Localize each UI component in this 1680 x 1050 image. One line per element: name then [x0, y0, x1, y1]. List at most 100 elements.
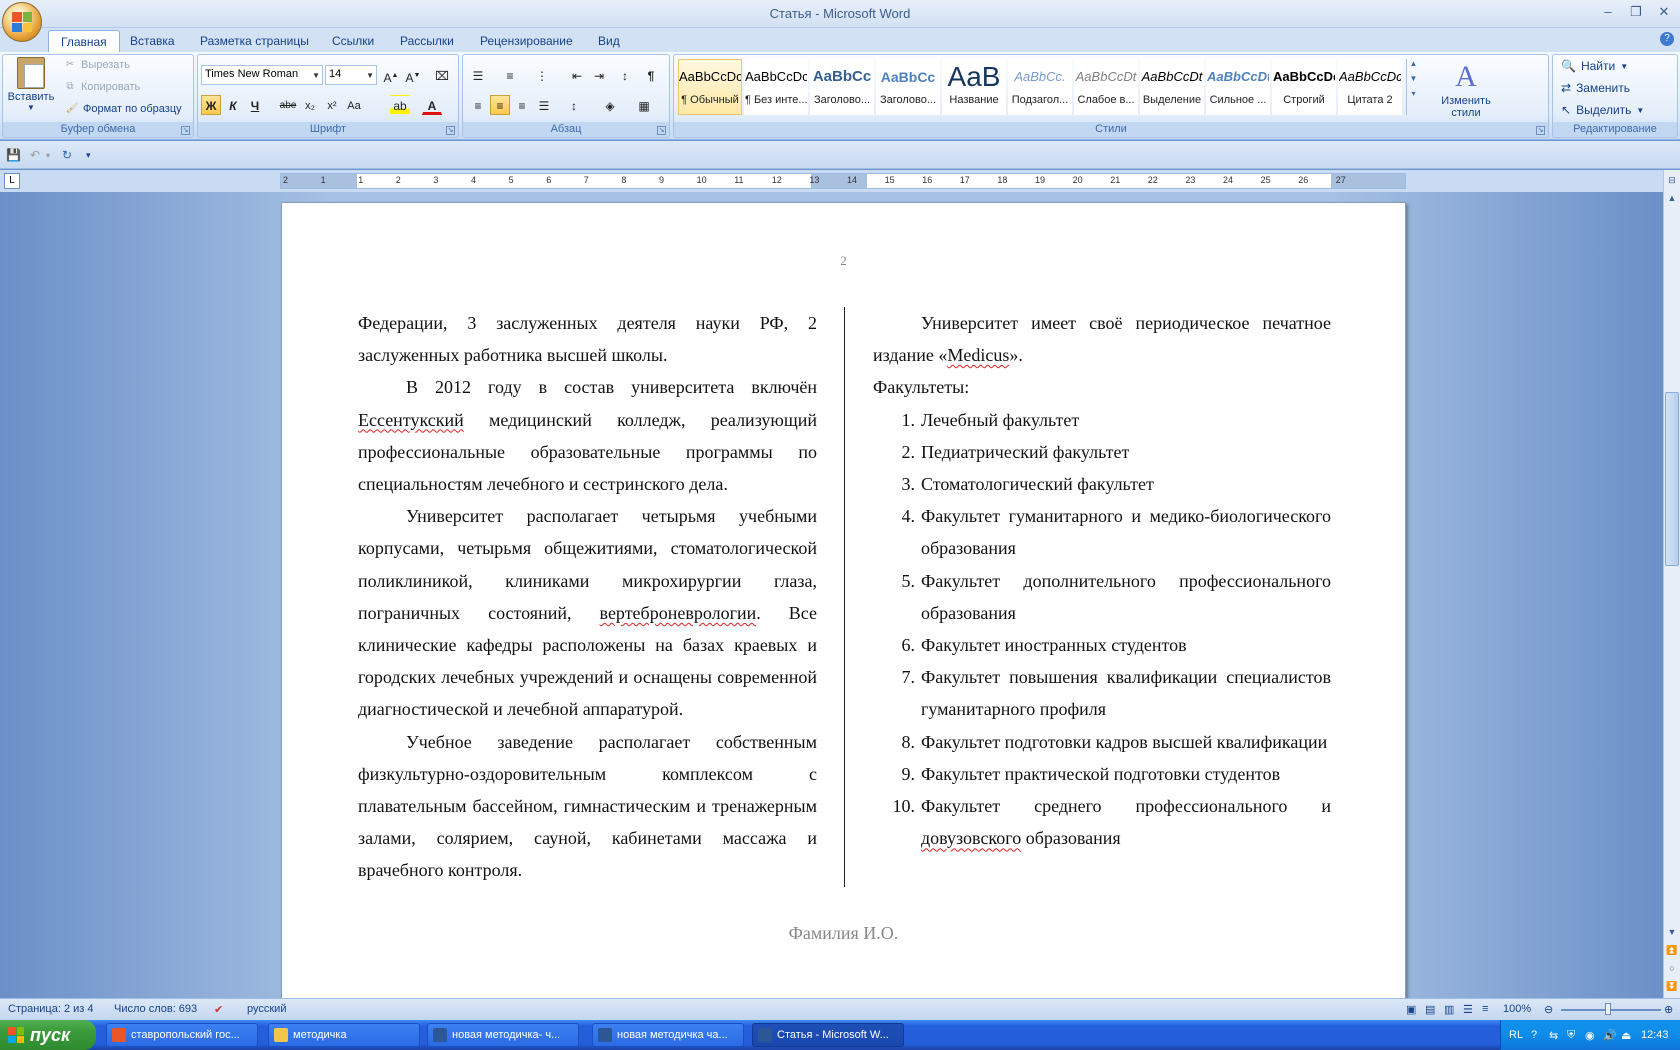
style-intense-emphasis[interactable]: AaBbCcDt Сильное ...	[1206, 59, 1270, 115]
change-case-button[interactable]: Aa	[344, 95, 364, 115]
horizontal-ruler[interactable]: 2 1 1 2 3 4 5 6 7 8 9 10 11 12 13 14 15 16 17 18 19 20 21 22 23 2…	[280, 173, 1406, 189]
scroll-down-icon[interactable]: ▼	[1665, 924, 1679, 940]
chevron-up-icon[interactable]: ▲	[1407, 59, 1420, 68]
proofing-icon[interactable]: ✔	[214, 1003, 223, 1016]
numbering-icon[interactable]: ≡	[500, 65, 520, 85]
spelling-error[interactable]: довузовского	[921, 828, 1021, 848]
taskbar-item[interactable]: ставропольский гос...	[106, 1023, 258, 1047]
minimize-icon[interactable]: –	[1600, 4, 1616, 20]
tab-page-layout[interactable]: Разметка страницы	[190, 32, 319, 50]
scroll-thumb[interactable]	[1665, 392, 1679, 566]
subscript-button[interactable]: x₂	[300, 95, 320, 115]
help-tray-icon[interactable]: ?	[1531, 1029, 1537, 1041]
dialog-launcher-icon[interactable]: ↘	[657, 126, 666, 135]
bold-button[interactable]: Ж	[201, 95, 221, 115]
spelling-error[interactable]: Ессентукский	[358, 410, 464, 430]
antivirus-icon[interactable]: ◉	[1585, 1029, 1595, 1042]
ruler-toggle-icon[interactable]: ⊟	[1665, 172, 1679, 188]
increase-indent-icon[interactable]: ⇥	[589, 65, 609, 85]
vertical-scrollbar[interactable]: ⊟ ▲ ▼ ⏫ ○ ⏬	[1663, 170, 1680, 998]
zoom-slider-thumb[interactable]	[1605, 1003, 1611, 1015]
sort-icon[interactable]: ↕	[615, 65, 635, 85]
style-title[interactable]: AaB Название	[942, 59, 1006, 115]
office-button[interactable]	[2, 2, 42, 42]
save-icon[interactable]: 💾	[6, 148, 21, 162]
spelling-error[interactable]: Medicus	[947, 345, 1009, 365]
more-icon[interactable]: ▾	[1407, 89, 1420, 98]
tab-home[interactable]: Главная	[48, 30, 120, 53]
select-browse-object-icon[interactable]: ○	[1665, 960, 1679, 976]
taskbar-item[interactable]: Статья - Microsoft W...	[752, 1023, 904, 1047]
redo-icon[interactable]: ↻	[62, 148, 72, 162]
italic-button[interactable]: К	[223, 95, 243, 115]
tab-review[interactable]: Рецензирование	[470, 32, 583, 50]
zoom-slider[interactable]	[1561, 1009, 1661, 1011]
borders-icon[interactable]: ▦	[634, 95, 654, 115]
decrease-indent-icon[interactable]: ⇤	[567, 65, 587, 85]
copy-button[interactable]: ⧉ Копировать	[63, 81, 140, 93]
show-marks-icon[interactable]: ¶	[641, 65, 661, 85]
style-strong[interactable]: AaBbCcDc Строгий	[1272, 59, 1336, 115]
taskbar-item[interactable]: новая методичка ча...	[592, 1023, 744, 1047]
cut-button[interactable]: ✂ Вырезать	[63, 59, 130, 71]
full-screen-view-icon[interactable]: ▤	[1425, 1003, 1435, 1016]
print-layout-view-icon[interactable]: ▣	[1406, 1003, 1416, 1016]
undo-icon[interactable]: ↶	[30, 148, 40, 162]
style-quote-2[interactable]: AaBbCcDc Цитата 2	[1338, 59, 1402, 115]
style-no-spacing[interactable]: AaBbCcDc ¶ Без инте...	[744, 59, 808, 115]
change-styles-button[interactable]: A Изменить стили	[1426, 59, 1506, 119]
tab-mailings[interactable]: Рассылки	[390, 32, 464, 50]
restore-icon[interactable]: ❐	[1628, 4, 1644, 20]
strikethrough-button[interactable]: abe	[278, 95, 298, 115]
style-subtle-emphasis[interactable]: AaBbCcDt Слабое в...	[1074, 59, 1138, 115]
line-spacing-icon[interactable]: ↕	[564, 95, 584, 115]
gallery-scroll[interactable]: ▲ ▼ ▾	[1406, 59, 1420, 115]
style-normal[interactable]: AaBbCcDc ¶ Обычный	[678, 59, 742, 115]
justify-icon[interactable]: ☰	[534, 95, 554, 115]
align-right-icon[interactable]: ≡	[512, 95, 532, 115]
draft-view-icon[interactable]: ≡	[1482, 1003, 1488, 1015]
dialog-launcher-icon[interactable]: ↘	[1536, 126, 1545, 135]
taskbar-item[interactable]: методичка	[268, 1023, 420, 1047]
language-tray[interactable]: RL	[1509, 1029, 1523, 1041]
page-indicator[interactable]: Страница: 2 из 4	[8, 1003, 94, 1015]
scroll-up-icon[interactable]: ▲	[1665, 190, 1679, 206]
bullets-icon[interactable]: ☰	[468, 65, 488, 85]
underline-button[interactable]: Ч	[245, 95, 265, 115]
highlight-icon[interactable]: ab	[390, 95, 410, 115]
tab-references[interactable]: Ссылки	[322, 32, 384, 50]
zoom-out-icon[interactable]: ⊖	[1544, 1003, 1553, 1016]
superscript-button[interactable]: x²	[322, 95, 342, 115]
previous-page-icon[interactable]: ⏫	[1665, 942, 1679, 958]
customize-qat-icon[interactable]: ▾	[86, 150, 91, 161]
font-size-combo[interactable]: 14 ▼	[325, 65, 377, 85]
shield-icon[interactable]: ⛨	[1567, 1029, 1575, 1042]
find-button[interactable]: 🔍 Найти ▼	[1561, 59, 1628, 73]
align-center-icon[interactable]: ≡	[490, 95, 510, 115]
zoom-level[interactable]: 100%	[1503, 1003, 1531, 1015]
shrink-font-icon[interactable]: A▼	[403, 65, 423, 85]
style-emphasis[interactable]: AaBbCcDt Выделение	[1140, 59, 1204, 115]
start-button[interactable]: пуск	[0, 1020, 96, 1050]
paste-button[interactable]: Вставить ▼	[7, 57, 55, 112]
clock[interactable]: 12:43	[1641, 1029, 1669, 1041]
next-page-icon[interactable]: ⏬	[1665, 978, 1679, 994]
dialog-launcher-icon[interactable]: ↘	[181, 126, 190, 135]
grow-font-icon[interactable]: A▲	[381, 65, 401, 85]
chevron-down-icon[interactable]: ▼	[1407, 74, 1420, 83]
close-icon[interactable]: ✕	[1656, 4, 1672, 20]
select-button[interactable]: ↖ Выделить ▼	[1561, 103, 1644, 117]
outline-view-icon[interactable]: ☰	[1463, 1003, 1473, 1016]
format-painter-button[interactable]: 🖌 Формат по образцу	[65, 103, 182, 115]
language-indicator[interactable]: русский	[247, 1003, 286, 1015]
network-icon[interactable]: ⇆	[1549, 1029, 1558, 1042]
clear-formatting-icon[interactable]: ⌧	[432, 65, 452, 85]
style-subtitle[interactable]: AaBbCc. Подзагол...	[1008, 59, 1072, 115]
word-count[interactable]: Число слов: 693	[114, 1003, 197, 1015]
chevron-down-icon[interactable]: ▾	[46, 151, 50, 160]
volume-icon[interactable]: 🔊	[1603, 1029, 1617, 1042]
help-icon[interactable]: ?	[1660, 32, 1674, 46]
style-heading-1[interactable]: AaBbCc Заголово...	[810, 59, 874, 115]
zoom-in-icon[interactable]: ⊕	[1664, 1003, 1673, 1016]
align-left-icon[interactable]: ≡	[468, 95, 488, 115]
